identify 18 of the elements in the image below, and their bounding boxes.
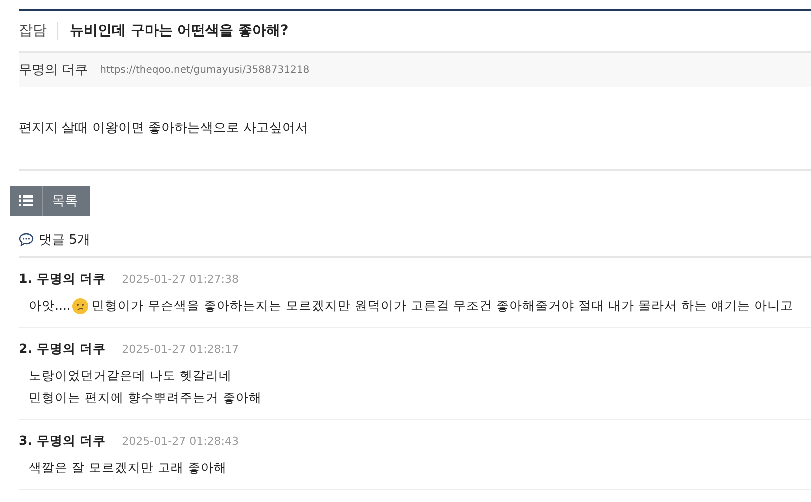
comment-author: 2. 무명의 더쿠	[19, 340, 106, 358]
comment-time: 2025-01-27 01:28:43	[122, 434, 239, 448]
comment-text: 민형이가 무슨색을 좋아하는지는 모르겠지만 원덕이가 고른걸 무조건 좋아해줄거야 절대 내가 몰라서 하는 얘기는 아니고	[92, 297, 794, 315]
comment-count: 댓글 5개	[39, 232, 90, 249]
post-url[interactable]: https://theqoo.net/gumayusi/3588731218	[100, 64, 310, 76]
comment-time: 2025-01-27 01:28:17	[122, 342, 239, 356]
category-link[interactable]: 잡담	[19, 22, 58, 40]
list-button[interactable]: 목록	[10, 186, 90, 216]
comment-text: 아앗....	[29, 297, 71, 315]
comment-author: 1. 무명의 더쿠	[19, 270, 106, 288]
comment-time: 2025-01-27 01:27:38	[122, 272, 239, 286]
author-name: 무명의 더쿠	[19, 62, 88, 79]
comment-text: 민형이는 편지에 향수뿌려주는거 좋아해	[29, 389, 262, 407]
post-title: 뉴비인데 구마는 어떤색을 좋아해?	[70, 22, 289, 40]
post-body: 편지지 살때 이왕이면 좋아하는색으로 사고싶어서	[19, 87, 811, 171]
comment-text: 노랑이었던거같은데 나도 헷갈리네	[29, 367, 232, 385]
comment-author: 3. 무명의 더쿠	[19, 432, 106, 450]
comment-text: 색깔은 잘 모르겠지만 고래 좋아해	[29, 459, 227, 477]
